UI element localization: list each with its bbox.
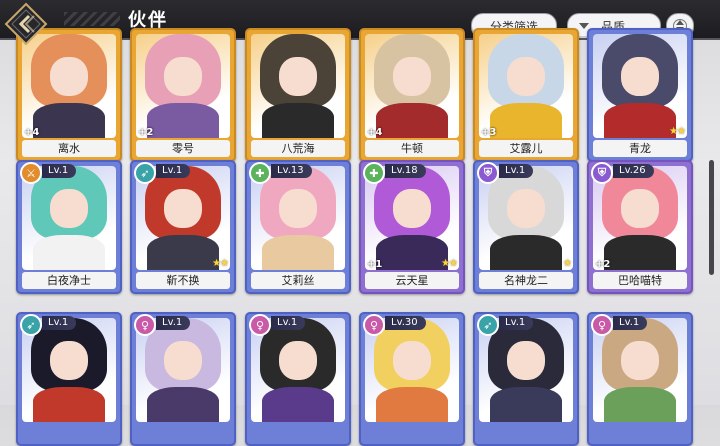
back-arrow-icon — [4, 2, 48, 46]
bow-icon: ➶ — [20, 314, 42, 336]
level-badge: Lv.1 — [499, 164, 534, 178]
partner-card[interactable]: 八荒海 — [245, 28, 351, 162]
partner-name: 艾露儿 — [479, 140, 573, 157]
sword-icon: ⚔ — [20, 162, 42, 184]
partner-card[interactable]: ⚔ Lv.1 白夜净士 — [16, 160, 122, 294]
female-icon: ♀ — [363, 314, 385, 336]
enhance-count: +3 — [481, 127, 497, 138]
level-badge: Lv.1 — [271, 316, 306, 330]
enhance-count: +2 — [138, 127, 154, 138]
partner-card[interactable]: +4 牛顿 — [359, 28, 465, 162]
partner-name: 云天星 — [365, 272, 459, 289]
partner-card[interactable]: +4 离水 — [16, 28, 122, 162]
partner-card[interactable]: +3 艾露儿 — [473, 28, 579, 162]
level-badge: Lv.26 — [613, 164, 654, 178]
partner-card[interactable]: ➶ Lv.1 — [473, 312, 579, 446]
female-icon: ♀ — [134, 314, 156, 336]
partner-portrait — [251, 34, 345, 138]
header-stripe — [64, 12, 120, 26]
partner-portrait — [479, 34, 573, 138]
partner-portrait — [136, 34, 230, 138]
partner-card[interactable]: ⛨ Lv.1 ★ 名神龙二 — [473, 160, 579, 294]
bow-icon: ➶ — [477, 314, 499, 336]
partner-card[interactable]: ♀ Lv.30 — [359, 312, 465, 446]
level-badge: Lv.18 — [385, 164, 426, 178]
partner-card[interactable]: ⛨ Lv.26 +2 巴哈喵特 — [587, 160, 693, 294]
partner-name: 巴哈喵特 — [593, 272, 687, 289]
partner-name: 青龙 — [593, 140, 687, 157]
bow-icon: ➶ — [134, 162, 156, 184]
partner-card[interactable]: ★★ 青龙 — [587, 28, 693, 162]
female-icon: ♀ — [591, 314, 613, 336]
partner-card[interactable]: ✚ Lv.18 +1 ★★ 云天星 — [359, 160, 465, 294]
star-rating: ★ — [563, 258, 572, 269]
shield-icon: ⛨ — [591, 162, 613, 184]
partner-name: 离水 — [22, 140, 116, 157]
level-badge: Lv.1 — [156, 316, 191, 330]
partner-portrait — [365, 34, 459, 138]
partner-portrait — [593, 34, 687, 138]
level-badge: Lv.1 — [613, 316, 648, 330]
chevron-down-icon — [579, 23, 589, 29]
partner-name: 八荒海 — [251, 140, 345, 157]
partner-card[interactable]: ♀ Lv.1 — [245, 312, 351, 446]
enhance-count: +1 — [367, 259, 383, 270]
level-badge: Lv.13 — [271, 164, 312, 178]
scrollbar[interactable] — [709, 160, 714, 275]
level-badge: Lv.1 — [156, 164, 191, 178]
partner-name: 靳不换 — [136, 272, 230, 289]
partner-card[interactable]: +2 零号 — [130, 28, 236, 162]
partner-card[interactable]: ➶ Lv.1 — [16, 312, 122, 446]
shield-icon: ⛨ — [477, 162, 499, 184]
partner-portrait — [22, 34, 116, 138]
partner-name: 牛顿 — [365, 140, 459, 157]
partner-card[interactable]: ♀ Lv.1 — [130, 312, 236, 446]
level-badge: Lv.1 — [42, 164, 77, 178]
female-icon: ♀ — [249, 314, 271, 336]
back-button[interactable] — [4, 2, 48, 46]
enhance-count: +4 — [367, 127, 383, 138]
level-badge: Lv.30 — [385, 316, 426, 330]
partner-name: 名神龙二 — [479, 272, 573, 289]
heal-icon: ✚ — [363, 162, 385, 184]
star-rating: ★★ — [669, 126, 686, 137]
enhance-count: +2 — [595, 259, 611, 270]
partner-name: 艾莉丝 — [251, 272, 345, 289]
star-rating: ★★ — [441, 258, 458, 269]
partner-name: 白夜净士 — [22, 272, 116, 289]
level-badge: Lv.1 — [42, 316, 77, 330]
partner-card[interactable]: ➶ Lv.1 ★★ 靳不换 — [130, 160, 236, 294]
level-badge: Lv.1 — [499, 316, 534, 330]
heal-icon: ✚ — [249, 162, 271, 184]
partner-card[interactable]: ♀ Lv.1 — [587, 312, 693, 446]
star-rating: ★★ — [212, 258, 229, 269]
partner-name: 零号 — [136, 140, 230, 157]
partner-card[interactable]: ✚ Lv.13 艾莉丝 — [245, 160, 351, 294]
enhance-count: +4 — [24, 127, 40, 138]
